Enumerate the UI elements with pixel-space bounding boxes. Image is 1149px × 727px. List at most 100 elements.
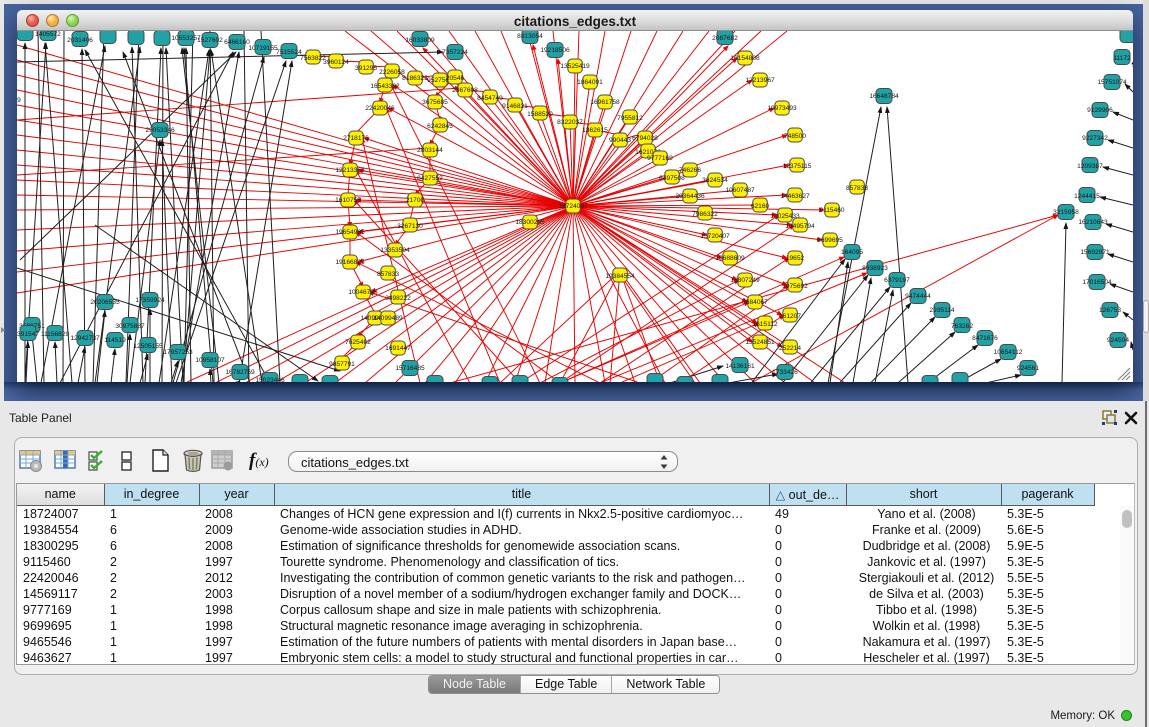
svg-text:1975692: 1975692 (782, 283, 808, 290)
svg-text:18807249: 18807249 (730, 277, 760, 284)
svg-text:8454749: 8454749 (477, 95, 503, 102)
svg-text:21700: 21700 (406, 197, 425, 204)
svg-text:12213967: 12213967 (745, 77, 775, 84)
svg-text:7955812: 7955812 (617, 115, 643, 122)
svg-text:30975887: 30975887 (115, 323, 145, 330)
svg-text:9777169: 9777169 (647, 155, 673, 162)
svg-text:126753: 126753 (1099, 307, 1121, 314)
svg-text:13524851: 13524851 (745, 339, 775, 346)
svg-text:18300295: 18300295 (515, 219, 545, 226)
svg-text:11172: 11172 (1113, 55, 1131, 62)
svg-text:3215958: 3215958 (1053, 209, 1079, 216)
svg-text:10046798: 10046798 (348, 289, 378, 296)
svg-text:252214: 252214 (779, 345, 801, 352)
svg-text:7357224: 7357224 (442, 49, 468, 56)
svg-text:17016504: 17016504 (1082, 279, 1112, 286)
svg-text:161207: 161207 (779, 313, 801, 320)
svg-text:19166825: 19166825 (335, 259, 365, 266)
svg-text:9699695: 9699695 (817, 237, 843, 244)
svg-text:13353594: 13353594 (380, 247, 410, 254)
svg-text:10958107: 10958107 (195, 357, 225, 364)
svg-text:6497508: 6497508 (659, 175, 685, 182)
svg-text:20364436: 20364436 (675, 193, 705, 200)
svg-text:2087682: 2087682 (712, 35, 738, 42)
svg-text:3498222: 3498222 (385, 295, 411, 302)
svg-text:9227342: 9227342 (1082, 135, 1108, 142)
svg-text:9115460: 9115460 (819, 207, 845, 214)
svg-text:924561: 924561 (1017, 365, 1039, 372)
svg-text:10607487: 10607487 (725, 187, 755, 194)
svg-text:7515524: 7515524 (276, 49, 302, 56)
svg-text:16543392: 16543392 (370, 83, 400, 90)
svg-text:2031406: 2031406 (67, 37, 93, 44)
svg-text:16210643: 16210643 (1078, 219, 1108, 226)
svg-text:1527602: 1527602 (197, 37, 223, 44)
svg-text:17957253: 17957253 (163, 349, 193, 356)
svg-text:6466160: 6466160 (224, 39, 250, 46)
svg-text:12375115: 12375115 (783, 163, 812, 170)
svg-text:17359924: 17359924 (135, 297, 165, 304)
svg-text:15716485: 15716485 (395, 365, 425, 372)
svg-text:19384554: 19384554 (605, 273, 635, 280)
svg-text:19652: 19652 (786, 255, 805, 262)
svg-text:857833: 857833 (377, 271, 399, 278)
svg-text:13525419: 13525419 (560, 63, 590, 70)
svg-text:2935114: 2935114 (929, 307, 955, 314)
svg-text:11156829: 11156829 (41, 331, 70, 338)
svg-text:16154808: 16154808 (730, 55, 760, 62)
svg-text:6242845: 6242845 (427, 123, 453, 130)
svg-text:746266: 746266 (679, 167, 701, 174)
svg-text:3675685: 3675685 (422, 99, 448, 106)
svg-text:857833: 857833 (846, 185, 868, 192)
svg-text:20206535: 20206535 (90, 299, 120, 306)
svg-text:20546: 20546 (446, 75, 465, 82)
svg-text:10719155: 10719155 (248, 45, 278, 52)
svg-text:15720407: 15720407 (700, 233, 730, 240)
svg-text:12505155: 12505155 (133, 343, 163, 350)
svg-text:15751074: 15751074 (1097, 79, 1127, 86)
svg-text:748500: 748500 (784, 133, 806, 140)
svg-text:14463627: 14463627 (780, 193, 810, 200)
svg-text:1588520: 1588520 (527, 111, 553, 118)
svg-text:9129906: 9129906 (1087, 107, 1113, 114)
svg-text:7986322: 7986322 (692, 211, 718, 218)
svg-text:763262: 763262 (951, 323, 973, 330)
svg-text:8427552: 8427552 (417, 175, 443, 182)
svg-text:6379197: 6379197 (884, 277, 910, 284)
svg-text:3267130: 3267130 (397, 223, 423, 230)
svg-text:391547: 391547 (17, 331, 39, 338)
svg-text:1615112: 1615112 (752, 321, 778, 328)
svg-text:10654112: 10654112 (994, 349, 1023, 356)
svg-text:3624534: 3624534 (702, 177, 728, 184)
svg-text:3684067: 3684067 (742, 299, 768, 306)
svg-text:16782759: 16782759 (225, 369, 255, 376)
svg-text:1864091: 1864091 (577, 79, 603, 86)
svg-text:22420046: 22420046 (365, 105, 395, 112)
svg-text:1405572: 1405572 (35, 31, 61, 38)
svg-text:1733426: 1733426 (772, 369, 798, 376)
svg-text:10973493: 10973493 (767, 105, 797, 112)
svg-text:2656019: 2656019 (17, 97, 21, 104)
svg-text:12942737: 12942737 (70, 335, 100, 342)
svg-text:1691447: 1691447 (385, 345, 411, 352)
svg-text:16648784: 16648784 (869, 93, 899, 100)
svg-text:1209387: 1209387 (1077, 163, 1103, 170)
svg-text:8471676: 8471676 (972, 335, 998, 342)
svg-text:8938923: 8938923 (862, 265, 888, 272)
svg-text:13495794: 13495794 (785, 223, 815, 230)
svg-text:29053346: 29053346 (145, 127, 175, 134)
svg-text:164095: 164095 (841, 249, 863, 256)
svg-text:16033809: 16033809 (405, 37, 435, 44)
svg-text:2367608: 2367608 (452, 87, 478, 94)
svg-text:114519: 114519 (104, 337, 126, 344)
svg-text:15023446: 15023446 (255, 377, 285, 382)
svg-text:6794028: 6794028 (632, 135, 658, 142)
svg-text:16961758: 16961758 (590, 99, 620, 106)
svg-text:1610755: 1610755 (335, 197, 361, 204)
svg-text:1244415: 1244415 (1074, 193, 1100, 200)
svg-text:2718176: 2718176 (343, 135, 369, 142)
svg-text:924504: 924504 (1107, 337, 1129, 344)
svg-text:14099489: 14099489 (373, 315, 403, 322)
svg-text:391295: 391295 (355, 65, 377, 72)
svg-text:8813054: 8813054 (517, 33, 543, 40)
